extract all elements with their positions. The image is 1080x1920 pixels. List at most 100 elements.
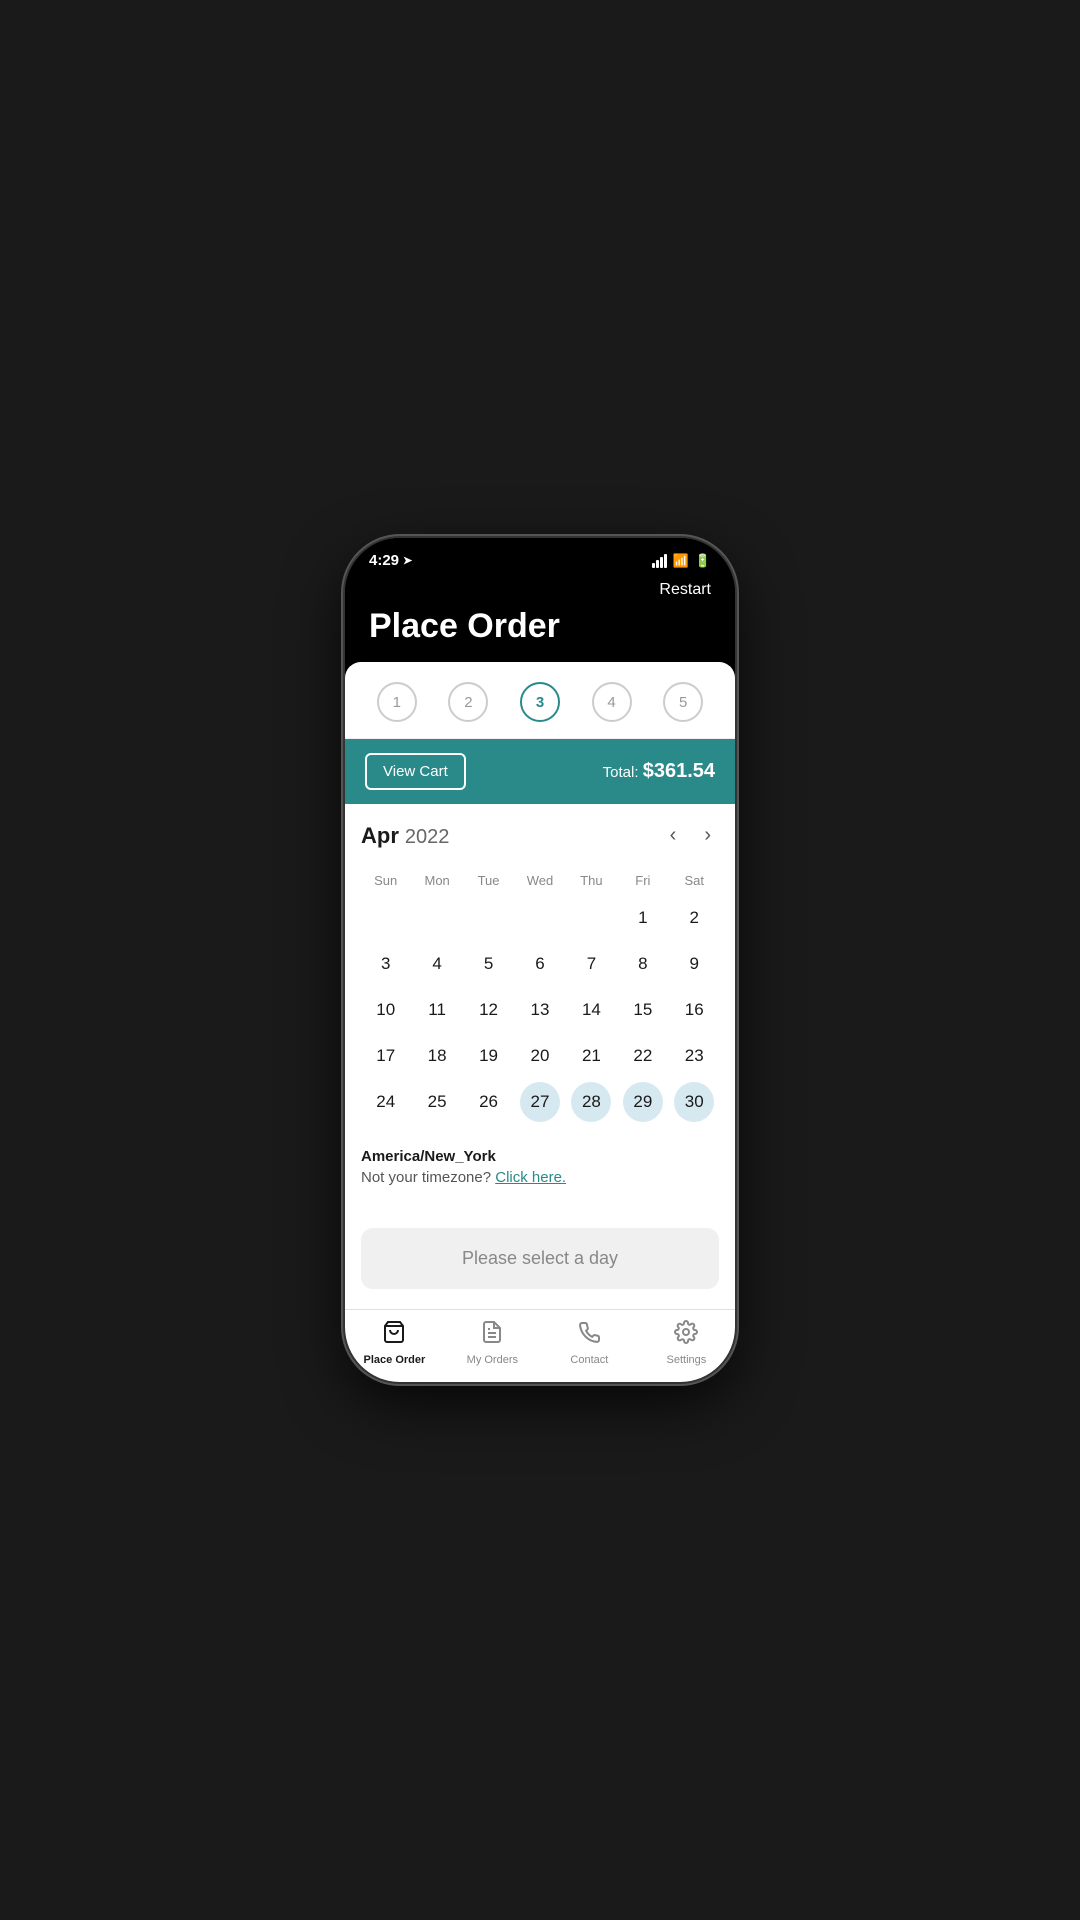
step-3[interactable]: 3	[520, 682, 560, 722]
nav-my-orders[interactable]: My Orders	[462, 1320, 522, 1366]
cart-bar: View Cart Total: $361.54	[345, 739, 735, 804]
day-7[interactable]: 7	[571, 944, 611, 984]
day-29[interactable]: 29	[623, 1082, 663, 1122]
step-1[interactable]: 1	[377, 682, 417, 722]
total-label: Total:	[603, 764, 639, 781]
calendar: Apr 2022 ‹ › Sun Mon Tue Wed Thu Fri	[345, 804, 735, 1136]
step-2[interactable]: 2	[448, 682, 488, 722]
day-4[interactable]: 4	[417, 944, 457, 984]
day-1[interactable]: 1	[623, 898, 663, 938]
day-14[interactable]: 14	[571, 990, 611, 1030]
contact-nav-icon	[577, 1320, 601, 1350]
prev-month-button[interactable]: ‹	[662, 820, 685, 851]
calendar-month: Apr	[361, 823, 399, 849]
day-16[interactable]: 16	[674, 990, 714, 1030]
day-25[interactable]: 25	[417, 1082, 457, 1122]
select-day-container: Please select a day	[345, 1216, 735, 1309]
signal-bar-1	[652, 563, 655, 568]
steps-container: 1 2 3 4 5	[345, 662, 735, 739]
nav-label-settings: Settings	[667, 1354, 707, 1366]
notch	[480, 538, 600, 566]
day-26[interactable]: 26	[469, 1082, 509, 1122]
calendar-year: 2022	[405, 826, 450, 849]
nav-label-contact: Contact	[570, 1354, 608, 1366]
day-15[interactable]: 15	[623, 990, 663, 1030]
signal-bar-2	[656, 560, 659, 568]
day-23[interactable]: 23	[674, 1036, 714, 1076]
wifi-icon: 📶	[673, 553, 689, 569]
calendar-header: Apr 2022 ‹ ›	[361, 820, 719, 851]
day-header-thu: Thu	[567, 867, 616, 894]
page-title: Place Order	[369, 607, 711, 646]
day-30[interactable]: 30	[674, 1082, 714, 1122]
day-20[interactable]: 20	[520, 1036, 560, 1076]
orders-nav-icon	[480, 1320, 504, 1350]
bottom-nav: Place Order My Orders	[345, 1309, 735, 1382]
day-header-mon: Mon	[412, 867, 461, 894]
calendar-nav: ‹ ›	[662, 820, 719, 851]
day-9[interactable]: 9	[674, 944, 714, 984]
timezone-change: Not your timezone? Click here.	[361, 1169, 719, 1186]
signal-bars	[652, 554, 667, 568]
day-6[interactable]: 6	[520, 944, 560, 984]
day-header-fri: Fri	[618, 867, 667, 894]
main-content: 1 2 3 4 5 View Cart Total:	[345, 662, 735, 1309]
day-13[interactable]: 13	[520, 990, 560, 1030]
battery-icon: 🔋	[695, 553, 711, 569]
day-empty	[366, 898, 406, 938]
nav-contact[interactable]: Contact	[559, 1320, 619, 1366]
status-bar: 4:29 ➤ 📶 🔋	[345, 538, 735, 577]
day-empty	[417, 898, 457, 938]
settings-nav-icon	[674, 1320, 698, 1350]
day-8[interactable]: 8	[623, 944, 663, 984]
phone-frame: 4:29 ➤ 📶 🔋 Restart Place Order	[345, 538, 735, 1382]
day-header-sat: Sat	[670, 867, 719, 894]
calendar-grid: Sun Mon Tue Wed Thu Fri Sat 1 2	[361, 867, 719, 1124]
day-18[interactable]: 18	[417, 1036, 457, 1076]
nav-settings[interactable]: Settings	[656, 1320, 716, 1366]
step-4[interactable]: 4	[592, 682, 632, 722]
day-21[interactable]: 21	[571, 1036, 611, 1076]
status-time: 4:29 ➤	[369, 552, 412, 569]
day-10[interactable]: 10	[366, 990, 406, 1030]
next-month-button[interactable]: ›	[696, 820, 719, 851]
day-header-sun: Sun	[361, 867, 410, 894]
select-day-button[interactable]: Please select a day	[361, 1228, 719, 1289]
day-header-wed: Wed	[515, 867, 564, 894]
timezone-link[interactable]: Click here.	[495, 1169, 566, 1186]
cart-total: Total: $361.54	[603, 760, 715, 783]
timezone-name: America/New_York	[361, 1148, 719, 1165]
cart-nav-icon	[382, 1320, 406, 1350]
nav-place-order[interactable]: Place Order	[364, 1320, 426, 1366]
calendar-month-year: Apr 2022	[361, 823, 449, 849]
signal-bar-4	[664, 554, 667, 568]
day-2[interactable]: 2	[674, 898, 714, 938]
day-22[interactable]: 22	[623, 1036, 663, 1076]
phone-screen: 4:29 ➤ 📶 🔋 Restart Place Order	[345, 538, 735, 1382]
day-header-tue: Tue	[464, 867, 513, 894]
day-empty	[520, 898, 560, 938]
day-empty	[571, 898, 611, 938]
step-5[interactable]: 5	[663, 682, 703, 722]
app-header: Restart Place Order	[345, 577, 735, 662]
day-17[interactable]: 17	[366, 1036, 406, 1076]
location-icon: ➤	[403, 554, 412, 567]
restart-button[interactable]: Restart	[369, 581, 711, 599]
day-19[interactable]: 19	[469, 1036, 509, 1076]
day-5[interactable]: 5	[469, 944, 509, 984]
day-3[interactable]: 3	[366, 944, 406, 984]
day-empty	[469, 898, 509, 938]
day-11[interactable]: 11	[417, 990, 457, 1030]
nav-label-place-order: Place Order	[364, 1354, 426, 1366]
day-28[interactable]: 28	[571, 1082, 611, 1122]
timezone-question: Not your timezone?	[361, 1169, 491, 1186]
day-27[interactable]: 27	[520, 1082, 560, 1122]
signal-bar-3	[660, 557, 663, 568]
nav-label-my-orders: My Orders	[467, 1354, 518, 1366]
view-cart-button[interactable]: View Cart	[365, 753, 466, 790]
timezone-section: America/New_York Not your timezone? Clic…	[345, 1136, 735, 1202]
day-24[interactable]: 24	[366, 1082, 406, 1122]
day-12[interactable]: 12	[469, 990, 509, 1030]
status-icons: 📶 🔋	[652, 553, 711, 569]
time-display: 4:29	[369, 552, 399, 569]
